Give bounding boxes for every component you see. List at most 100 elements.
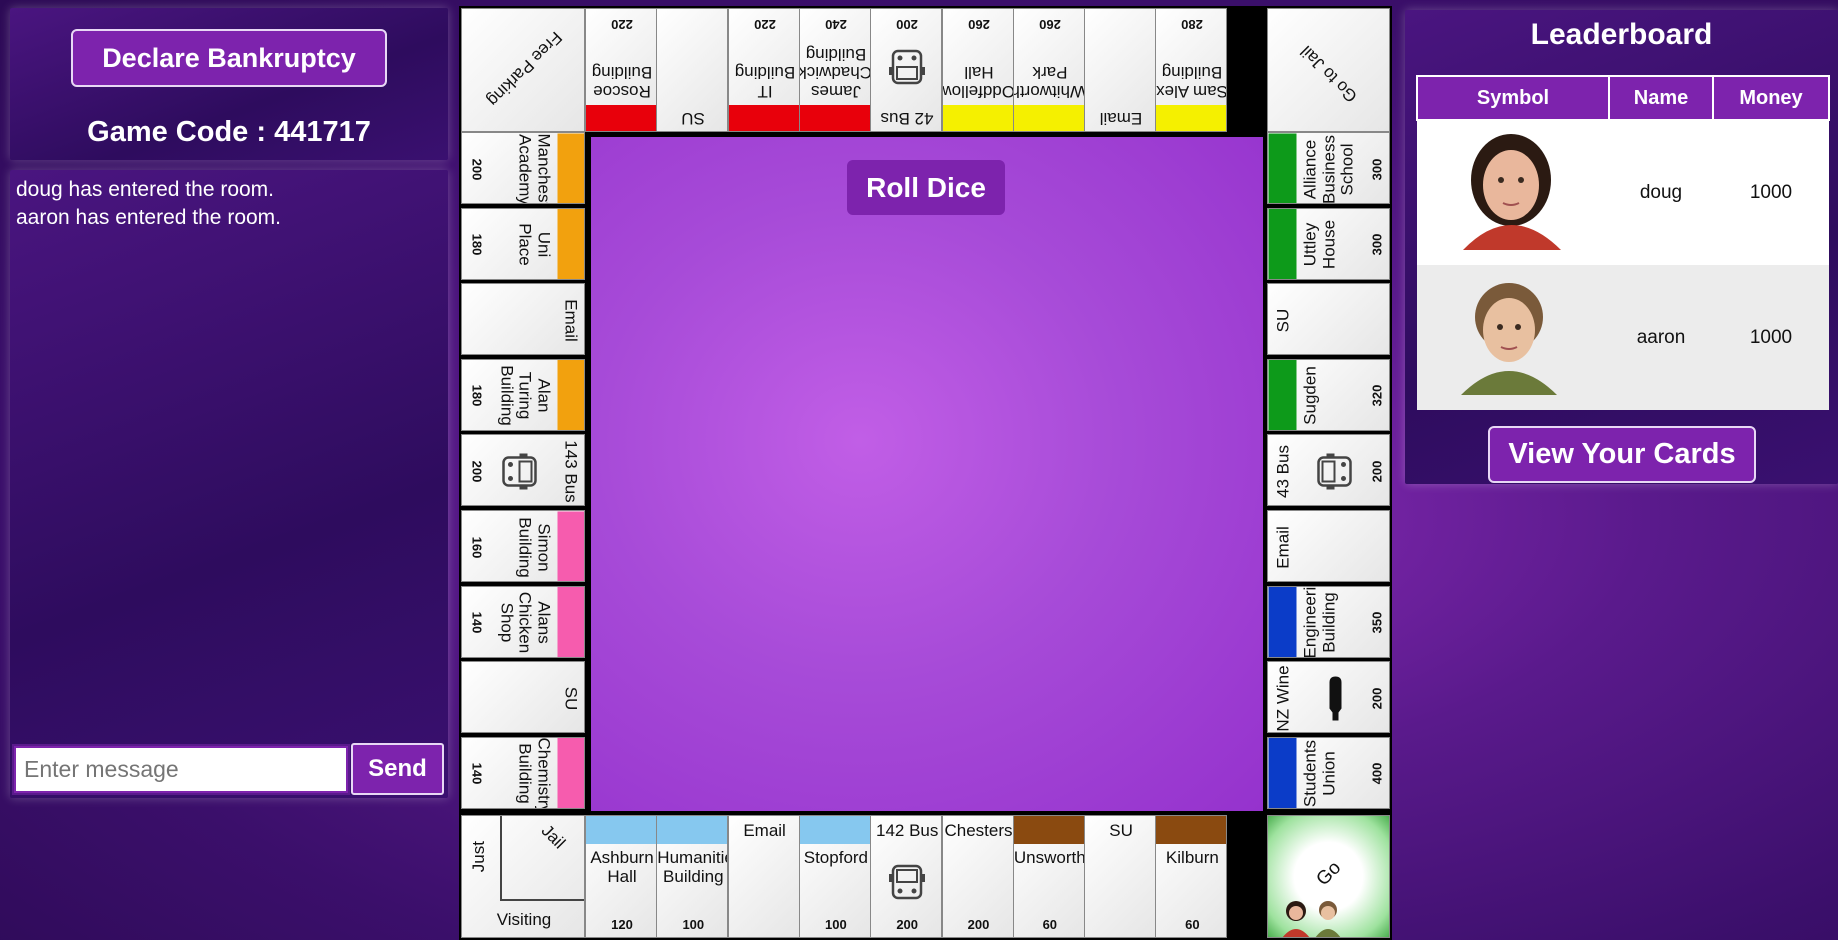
declare-bankruptcy-button[interactable]: Declare Bankruptcy (71, 29, 387, 87)
square-price: 400 (1369, 762, 1384, 785)
player-name: doug (1639, 182, 1683, 203)
board-square-sugden[interactable]: Sugden 320 (1267, 358, 1390, 431)
board-square-su[interactable]: SU (1084, 815, 1157, 938)
square-content: Ashburn Hall 120 (586, 816, 656, 937)
color-band (586, 104, 656, 131)
board-square-su[interactable]: SU (1267, 283, 1390, 356)
color-band (799, 816, 870, 844)
avatar-doug (1463, 134, 1561, 250)
board-square-ashburn-hall[interactable]: Ashburn Hall 120 (585, 815, 657, 938)
square-name: Manchester Academy (515, 133, 554, 204)
board-square-email[interactable]: Email (461, 283, 585, 356)
board-square-alans-chicken-shop[interactable]: Alans Chicken Shop 140 (461, 585, 585, 658)
player-money: 1000 (1749, 326, 1793, 348)
square-name: Ashburn Hall (590, 848, 654, 886)
board-square-42-bus[interactable]: 42 Bus 200 (870, 8, 943, 132)
board-square-whitworth-park[interactable]: Whitworth Park 260 (1012, 8, 1085, 132)
square-price: 260 (1038, 16, 1061, 32)
square-name: Alans Chicken Shop (497, 591, 554, 654)
square-content: SU (1268, 284, 1389, 354)
board-square-roscoe-building[interactable]: Roscoe Building 220 (585, 8, 657, 132)
board-square-nz-wine[interactable]: NZ Wine 200 (1267, 661, 1390, 734)
board-square-chemistry-building[interactable]: Chemistry Building 140 (461, 736, 585, 809)
square-name: Roscoe Building (591, 62, 653, 101)
chat-panel (10, 170, 448, 798)
square-name: Email (1099, 108, 1143, 128)
go-to-jail-label: Go to Jail (1296, 41, 1362, 107)
square-price: 200 (469, 158, 485, 180)
table-row: aaron 1000 (1417, 265, 1829, 410)
square-price: 200 (967, 917, 990, 932)
board-square-engineering-building[interactable]: Engineering Building 350 (1267, 585, 1390, 658)
color-band (942, 104, 1013, 131)
square-price: 60 (1185, 917, 1200, 932)
square-name: IT Building (734, 62, 795, 101)
board-square-43-bus[interactable]: 43 Bus 200 (1267, 434, 1390, 507)
square-content: Sugden 320 (1268, 359, 1389, 430)
square-content: Simon Building 160 (463, 511, 584, 581)
square-price: 350 (1369, 611, 1384, 634)
board-square-email[interactable]: Email (1084, 8, 1157, 132)
board-square-email[interactable]: Email (727, 815, 800, 938)
square-price: 280 (1181, 16, 1204, 32)
board-square-su[interactable]: SU (656, 8, 729, 132)
board-square-su[interactable]: SU (461, 661, 585, 734)
square-price: 180 (469, 233, 485, 256)
square-name: Alliance Business School (1300, 134, 1357, 204)
board-square-chesters[interactable]: Chesters 200 (941, 815, 1014, 938)
send-button[interactable]: Send (351, 743, 444, 795)
board-square-alan-turing-building[interactable]: Alan Turing Building 180 (461, 358, 585, 431)
board-square-uttley-house[interactable]: Uttley House 300 (1267, 207, 1390, 280)
free-parking-corner: Free Parking (461, 8, 585, 132)
square-name: Students Union (1300, 740, 1338, 808)
bottle-icon (1323, 674, 1352, 722)
board-square-143-bus[interactable]: 143 Bus 200 (461, 434, 585, 507)
square-price: 220 (753, 16, 776, 32)
roll-dice-button[interactable]: Roll Dice (847, 160, 1005, 215)
board-square-alliance-business-school[interactable]: Alliance Business School 300 (1267, 132, 1390, 204)
token-aaron (1315, 901, 1341, 937)
board-square-james-chadwick-building[interactable]: James Chadwick Building 240 (798, 8, 871, 132)
square-name: Sugden (1300, 366, 1319, 426)
leaderboard-header: Symbol Name Money (1416, 75, 1830, 121)
board-square-unsworth[interactable]: Unsworth 60 (1012, 815, 1085, 938)
color-band (1268, 737, 1296, 808)
square-content: Chesters 200 (943, 816, 1012, 937)
square-name: Chemistry Building (515, 737, 554, 809)
board-square-142-bus[interactable]: 142 Bus 200 (870, 815, 943, 938)
color-band (657, 816, 728, 844)
board-square-email[interactable]: Email (1267, 510, 1390, 582)
square-price: 180 (469, 384, 485, 407)
board-square-stopford[interactable]: Stopford 100 (798, 815, 871, 938)
just-label: Just (469, 841, 488, 873)
color-band (1013, 104, 1084, 131)
go-corner: Go (1267, 815, 1390, 938)
bus-icon (885, 860, 929, 909)
board-square-sam-alex-building[interactable]: Sam Alex Building 280 (1155, 8, 1228, 132)
board-square-humanities-building[interactable]: Humanities Building 100 (656, 815, 729, 938)
color-band (557, 208, 584, 279)
square-name: Unsworth (1013, 848, 1085, 867)
square-name: 143 Bus (561, 440, 581, 503)
board-square-manchester-academy[interactable]: Manchester Academy 200 (461, 132, 585, 204)
square-content: Whitworth Park 260 (1013, 10, 1084, 131)
square-price: 200 (1369, 687, 1384, 710)
color-band (728, 104, 799, 131)
header-money: Money (1712, 75, 1830, 121)
square-name: Stopford (803, 848, 869, 867)
board-square-simon-building[interactable]: Simon Building 160 (461, 510, 585, 582)
square-name: NZ Wine (1273, 665, 1292, 732)
square-price: 200 (469, 460, 485, 483)
board-square-students-union[interactable]: Students Union 400 (1267, 736, 1390, 809)
board-square-uni-place[interactable]: Uni Place 180 (461, 207, 585, 280)
board-square-oddfellows-hall[interactable]: Oddfellows Hall 260 (941, 8, 1014, 132)
board-square-kilburn[interactable]: Kilburn 60 (1155, 815, 1228, 938)
board-center (591, 137, 1263, 811)
message-input[interactable] (12, 744, 350, 795)
square-name: SU (561, 686, 581, 710)
square-content: SU (1085, 816, 1155, 937)
view-cards-button[interactable]: View Your Cards (1488, 426, 1756, 483)
square-name: Oddfellows Hall (943, 62, 1014, 101)
board-square-it-building[interactable]: IT Building 220 (727, 8, 800, 132)
table-row: doug 1000 (1417, 120, 1829, 265)
